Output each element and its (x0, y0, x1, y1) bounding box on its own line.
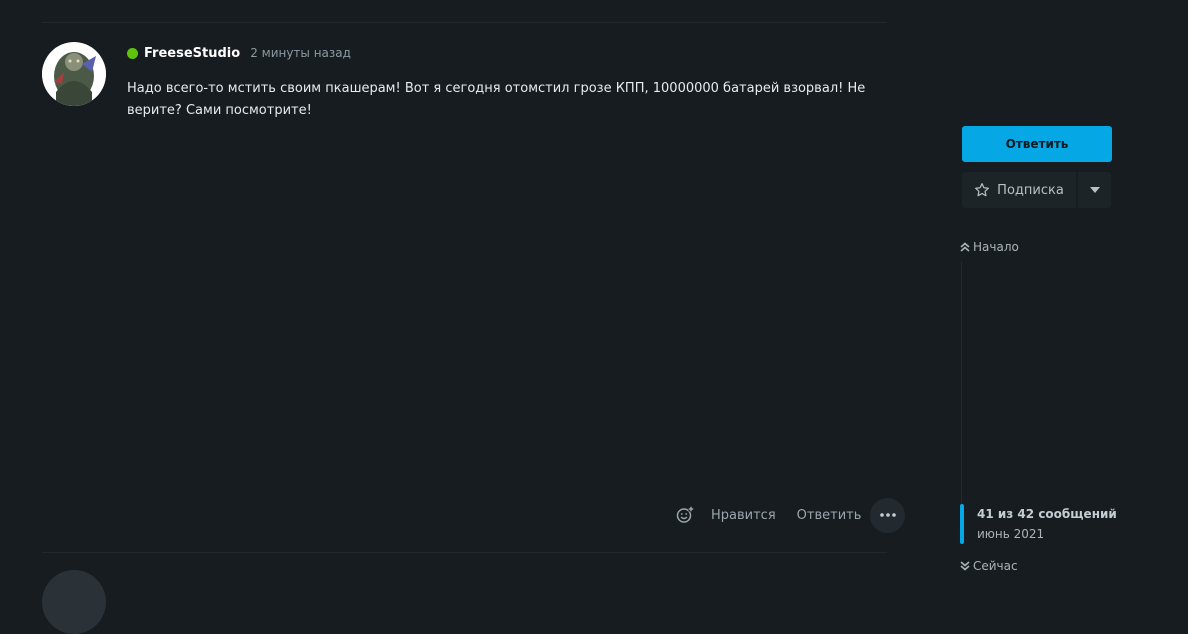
username[interactable]: FreeseStudio (144, 46, 240, 61)
reply-button[interactable]: Ответить (962, 126, 1112, 162)
post-header: FreeseStudio 2 минуты назад (127, 44, 351, 62)
timeline-now-link[interactable]: Сейчас (960, 559, 1018, 573)
post-body: Надо всего-то мстить своим пкашерам! Вот… (127, 81, 866, 118)
post-actions: Нравится Ответить (676, 497, 906, 533)
subscribe-group: Подписка (962, 172, 1111, 208)
double-chevron-up-icon (960, 242, 970, 252)
like-button[interactable]: Нравится (711, 508, 776, 523)
post-divider-top (42, 22, 887, 23)
smile-plus-icon[interactable] (676, 506, 694, 524)
timeline-start-label: Начало (973, 240, 1019, 254)
subscribe-button[interactable]: Подписка (962, 172, 1076, 208)
reply-link[interactable]: Ответить (797, 508, 862, 523)
timeline-now-label: Сейчас (973, 559, 1018, 573)
subscribe-label: Подписка (997, 182, 1064, 198)
double-chevron-down-icon (960, 561, 970, 571)
subscribe-dropdown-button[interactable] (1078, 172, 1111, 208)
timeline-position: 41 из 42 сообщений (977, 507, 1117, 521)
more-options-button[interactable] (870, 497, 906, 533)
timeline-scrubber-handle[interactable] (960, 504, 964, 544)
caret-down-icon (1089, 187, 1100, 193)
avatar[interactable] (42, 42, 106, 106)
more-dots-icon (880, 513, 896, 517)
online-status-icon (127, 47, 138, 59)
timeline-date: июнь 2021 (977, 527, 1045, 541)
next-post-avatar[interactable] (42, 570, 106, 634)
timeline-track[interactable] (961, 262, 962, 504)
avatar-image (42, 42, 106, 106)
post-divider-bottom (42, 552, 887, 553)
star-outline-icon (975, 183, 990, 197)
post-timestamp[interactable]: 2 минуты назад (250, 46, 351, 60)
timeline-start-link[interactable]: Начало (960, 240, 1019, 254)
